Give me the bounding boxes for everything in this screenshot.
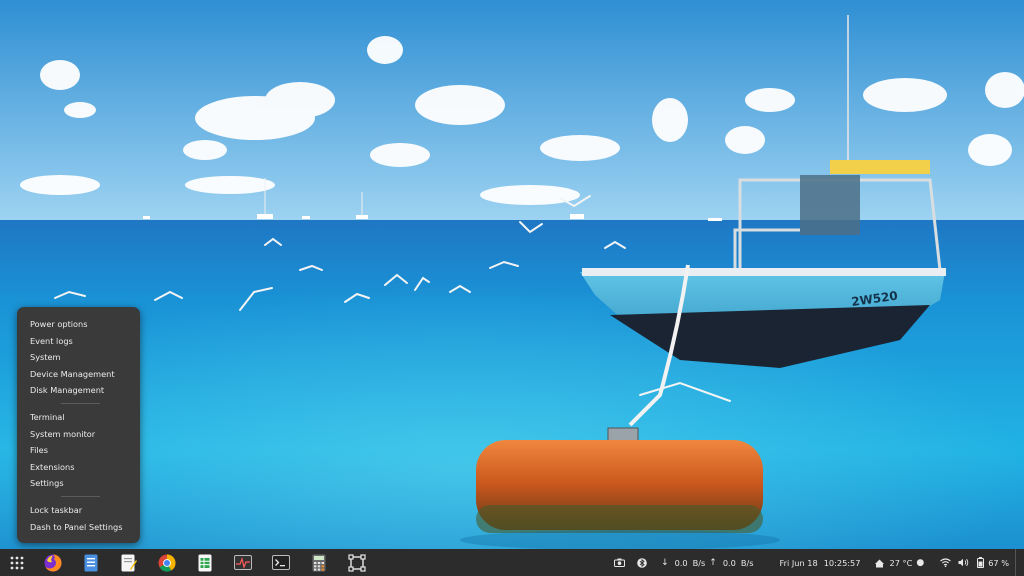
battery-indicator[interactable]: 67 % — [977, 557, 1009, 568]
menu-separator — [61, 495, 100, 497]
taskbar-context-menu: Power options Event logs System Device M… — [17, 307, 140, 543]
terminal-icon[interactable] — [262, 549, 300, 576]
firefox-icon[interactable] — [34, 549, 72, 576]
taskbar: ↓ 0.0 B/s ↑ 0.0 B/s Fri Jun 18 10:25:57 … — [0, 549, 1024, 576]
system-monitor-icon[interactable] — [224, 549, 262, 576]
battery-percent: 67 % — [988, 557, 1009, 568]
clock[interactable]: Fri Jun 18 10:25:57 — [780, 558, 861, 568]
wifi-icon[interactable] — [940, 558, 952, 567]
menu-item-device-management[interactable]: Device Management — [17, 366, 140, 383]
menu-item-lock-taskbar[interactable]: Lock taskbar — [17, 502, 140, 519]
upload-unit: B/s — [740, 557, 754, 568]
bluetooth-icon[interactable] — [637, 557, 647, 568]
menu-item-disk-management[interactable]: Disk Management — [17, 382, 140, 399]
chrome-icon[interactable] — [148, 549, 186, 576]
clock-time: 10:25:57 — [823, 557, 861, 568]
system-tray: ↓ 0.0 B/s ↑ 0.0 B/s Fri Jun 18 10:25:57 … — [614, 549, 1024, 576]
upload-speed: 0.0 — [722, 557, 736, 568]
download-unit: B/s — [692, 557, 706, 568]
menu-item-files[interactable]: Files — [17, 442, 140, 459]
menu-item-terminal[interactable]: Terminal — [17, 409, 140, 426]
download-arrow-icon: ↓ — [661, 557, 669, 568]
download-speed: 0.0 — [674, 557, 688, 568]
desktop-wallpaper: 2W520 — [0, 0, 1024, 576]
dot-icon: ● — [916, 557, 925, 568]
menu-item-event-logs[interactable]: Event logs — [17, 333, 140, 350]
menu-item-power-options[interactable]: Power options — [17, 316, 140, 333]
weather-icon — [875, 559, 885, 567]
volume-icon[interactable] — [958, 558, 969, 567]
menu-item-system-monitor[interactable]: System monitor — [17, 426, 140, 443]
temperature: 27 °C — [889, 557, 913, 568]
menu-item-extensions[interactable]: Extensions — [17, 459, 140, 476]
menu-item-settings[interactable]: Settings — [17, 475, 140, 492]
menu-separator — [61, 402, 100, 404]
camera-icon[interactable] — [614, 558, 626, 567]
spreadsheet-icon[interactable] — [186, 549, 224, 576]
document-viewer-icon[interactable] — [72, 549, 110, 576]
network-speed[interactable]: ↓ 0.0 B/s ↑ 0.0 B/s — [661, 558, 753, 568]
menu-item-dash-to-panel-settings[interactable]: Dash to Panel Settings — [17, 519, 140, 536]
upload-arrow-icon: ↑ — [709, 557, 717, 568]
show-desktop-button[interactable] — [1015, 549, 1024, 576]
apps-grid-icon[interactable] — [0, 549, 34, 576]
clock-date: Fri Jun 18 — [779, 557, 818, 568]
calculator-icon[interactable] — [300, 549, 338, 576]
screenshot-tool-icon[interactable] — [338, 549, 376, 576]
text-editor-icon[interactable] — [110, 549, 148, 576]
battery-icon — [977, 557, 985, 568]
menu-item-system[interactable]: System — [17, 349, 140, 366]
weather-widget[interactable]: 27 °C ● — [874, 558, 924, 568]
